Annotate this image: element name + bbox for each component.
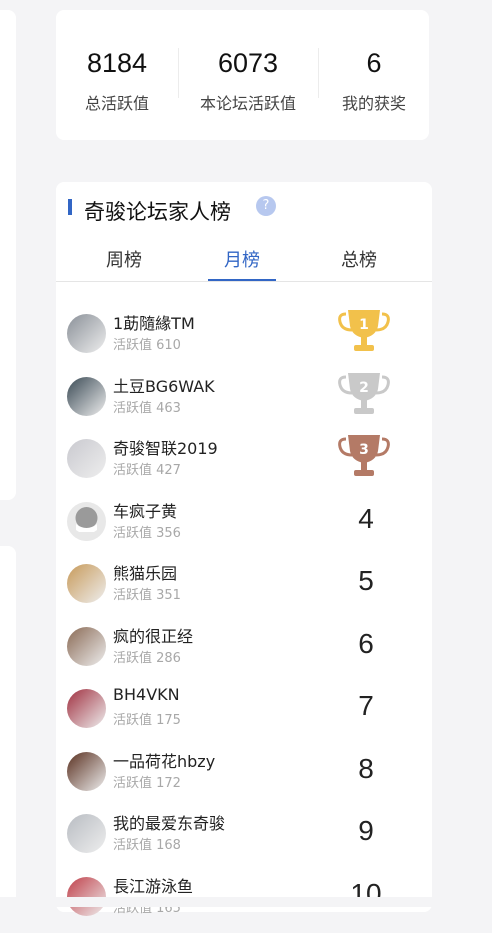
username[interactable]: 長江游泳鱼 bbox=[113, 873, 193, 897]
stat-total-activity[interactable]: 8184 总活跃值 bbox=[56, 10, 178, 140]
stat-awards-label: 我的获奖 bbox=[341, 94, 406, 113]
bottom-strip bbox=[0, 897, 492, 907]
avatar[interactable] bbox=[67, 626, 106, 666]
stat-divider bbox=[178, 48, 179, 98]
activity-score: 活跃值 463 bbox=[113, 400, 181, 416]
trophy-rank: 3 bbox=[359, 442, 369, 458]
stat-my-awards[interactable]: 6 我的获奖 bbox=[324, 10, 424, 140]
username[interactable]: 一品荷花hbzy bbox=[113, 748, 215, 772]
ranking-card: 奇骏论坛家人榜 ? 周榜 月榜 总榜 1莇隨緣TM 活跃值 610 1 土豆BG6WA… bbox=[56, 182, 432, 916]
stat-total-value: 8184 bbox=[86, 48, 148, 78]
avatar[interactable] bbox=[67, 439, 106, 478]
avatar[interactable] bbox=[67, 751, 106, 791]
activity-score: 活跃值 172 bbox=[113, 775, 181, 791]
avatar[interactable] bbox=[67, 876, 106, 916]
stat-forum-activity[interactable]: 6073 本论坛活跃值 bbox=[184, 10, 312, 140]
ranking-row[interactable]: 奇骏智联2019 活跃值 427 3 bbox=[56, 433, 432, 495]
ranking-row[interactable]: 熊猫乐园活跃值 351 5 bbox=[56, 558, 432, 620]
left-panel-bottom bbox=[0, 546, 16, 907]
activity-score: 活跃值 168 bbox=[113, 838, 181, 853]
stat-total-label: 总活跃值 bbox=[84, 94, 149, 113]
tabs-divider bbox=[56, 281, 432, 282]
rank-number: 7 bbox=[358, 690, 374, 721]
rank-number: 8 bbox=[358, 752, 374, 784]
stats-card: 8184 总活跃值 6073 本论坛活跃值 6 我的获奖 bbox=[56, 10, 429, 140]
ranking-row[interactable]: 1莇隨緣TM 活跃值 610 1 bbox=[56, 308, 432, 370]
stat-forum-value: 6073 bbox=[217, 48, 279, 78]
title-accent-bar bbox=[68, 199, 72, 215]
left-panel-top bbox=[0, 10, 16, 500]
ranking-row[interactable]: 车疯子黄活跃值 356 4 bbox=[56, 496, 432, 558]
activity-score: 活跃值 286 bbox=[113, 650, 181, 666]
avatar[interactable] bbox=[67, 314, 106, 353]
username[interactable]: BH4VKN bbox=[113, 685, 180, 704]
rank-number: 4 bbox=[358, 502, 374, 534]
avatar[interactable] bbox=[67, 814, 106, 853]
activity-score: 活跃值 610 bbox=[113, 338, 181, 353]
tab-overall[interactable]: 总榜 bbox=[319, 246, 399, 272]
gold-trophy-icon: 1 bbox=[336, 308, 392, 354]
activity-score: 活跃值 351 bbox=[113, 588, 181, 603]
tab-monthly[interactable]: 月榜 bbox=[202, 246, 282, 272]
rank-number: 9 bbox=[358, 815, 374, 846]
silver-trophy-icon: 2 bbox=[336, 371, 392, 417]
ranking-row[interactable]: 一品荷花hbzy 活跃值 172 8 bbox=[56, 746, 432, 808]
avatar[interactable] bbox=[67, 376, 106, 416]
trophy-rank: 2 bbox=[359, 380, 369, 396]
avatar[interactable] bbox=[67, 689, 106, 728]
ranking-row[interactable]: 我的最爱东奇骏活跃值 168 9 bbox=[56, 808, 432, 870]
username[interactable]: 疯的很正经 bbox=[113, 623, 193, 647]
username[interactable]: 土豆BG6WAK bbox=[113, 373, 215, 397]
ranking-title: 奇骏论坛家人榜 bbox=[84, 200, 231, 224]
username[interactable]: 车疯子黄 bbox=[113, 498, 177, 522]
trophy-rank: 1 bbox=[359, 317, 369, 333]
activity-score: 活跃值 175 bbox=[113, 713, 181, 728]
rank-number: 5 bbox=[358, 565, 374, 596]
stat-awards-value: 6 bbox=[366, 48, 382, 78]
username[interactable]: 熊猫乐园 bbox=[113, 560, 177, 584]
rank-number: 6 bbox=[358, 627, 374, 659]
stat-divider bbox=[318, 48, 319, 98]
activity-score: 活跃值 356 bbox=[113, 525, 181, 541]
help-icon[interactable]: ? bbox=[256, 196, 276, 216]
avatar[interactable] bbox=[67, 501, 106, 541]
stat-forum-label: 本论坛活跃值 bbox=[199, 94, 296, 113]
username[interactable]: 我的最爱东奇骏 bbox=[113, 810, 225, 834]
tab-weekly[interactable]: 周榜 bbox=[84, 246, 164, 272]
ranking-row[interactable]: BH4VKN 活跃值 175 7 bbox=[56, 683, 432, 745]
activity-score: 活跃值 427 bbox=[113, 463, 181, 478]
avatar[interactable] bbox=[67, 564, 106, 603]
bronze-trophy-icon: 3 bbox=[336, 433, 392, 479]
username[interactable]: 奇骏智联2019 bbox=[113, 435, 218, 459]
username[interactable]: 1莇隨緣TM bbox=[113, 310, 195, 334]
ranking-row[interactable]: 疯的很正经活跃值 286 6 bbox=[56, 621, 432, 683]
ranking-row[interactable]: 土豆BG6WAK 活跃值 463 2 bbox=[56, 371, 432, 433]
